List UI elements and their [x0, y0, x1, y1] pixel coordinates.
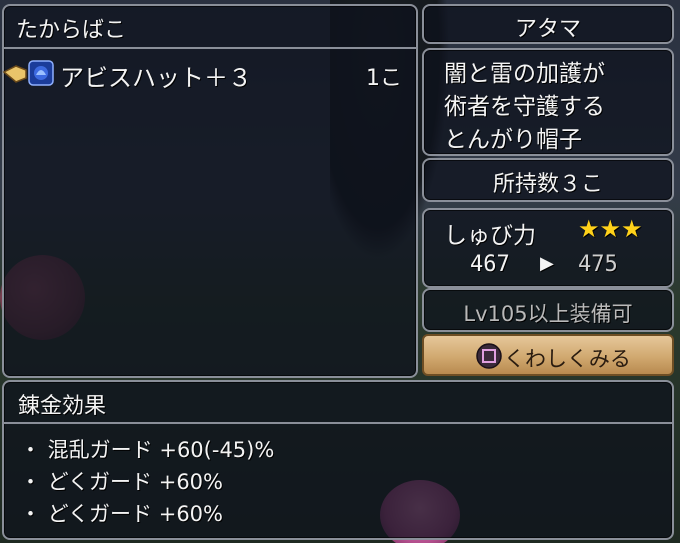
- hat-icon: [28, 60, 54, 86]
- owned-count-panel: 所持数３こ: [422, 158, 674, 202]
- description-line: とんがり帽子: [444, 127, 582, 153]
- defense-panel: しゅび力 ★★★ 467 ▶ 475: [422, 208, 674, 288]
- alchemy-title: 錬金効果: [18, 394, 107, 419]
- chest-panel: たからばこ アビスハット＋３ 1こ: [2, 4, 418, 378]
- description-line: 術者を守護する: [444, 94, 605, 120]
- arrow-right-icon: ▶: [540, 253, 554, 274]
- defense-current-value: 467: [470, 252, 510, 277]
- alchemy-effect: ・ どくガード +60%: [20, 470, 223, 494]
- divider: [4, 47, 416, 49]
- equipment-slot-label: アタマ: [514, 17, 581, 42]
- item-count: 1こ: [366, 66, 402, 91]
- square-button-icon: [476, 343, 502, 369]
- requirement-text: Lv105以上装備可: [463, 302, 633, 326]
- details-button-label: くわしくみる: [504, 347, 631, 371]
- item-row[interactable]: アビスハット＋３ 1こ: [2, 56, 416, 92]
- item-name: アビスハット＋３: [60, 64, 252, 92]
- alchemy-effect: ・ 混乱ガード +60(-45)%: [20, 438, 275, 462]
- divider: [4, 422, 672, 424]
- requirement-panel: Lv105以上装備可: [422, 288, 674, 332]
- rating-stars: ★★★: [578, 215, 643, 243]
- cursor-hand-icon: [2, 65, 27, 83]
- owned-count-text: 所持数３こ: [492, 172, 603, 197]
- chest-panel-title: たからばこ: [16, 18, 127, 43]
- alchemy-effect: ・ どくガード +60%: [20, 502, 223, 526]
- description-line: 闇と雷の加護が: [444, 61, 605, 87]
- description-panel: 闇と雷の加護が 術者を守護する とんがり帽子: [422, 48, 674, 156]
- equipment-slot-panel: アタマ: [422, 4, 674, 44]
- details-button[interactable]: くわしくみる: [422, 334, 674, 376]
- alchemy-panel: 錬金効果 ・ 混乱ガード +60(-45)% ・ どくガード +60% ・ どく…: [2, 380, 674, 540]
- defense-next-value: 475: [578, 252, 618, 277]
- defense-label: しゅび力: [444, 223, 536, 249]
